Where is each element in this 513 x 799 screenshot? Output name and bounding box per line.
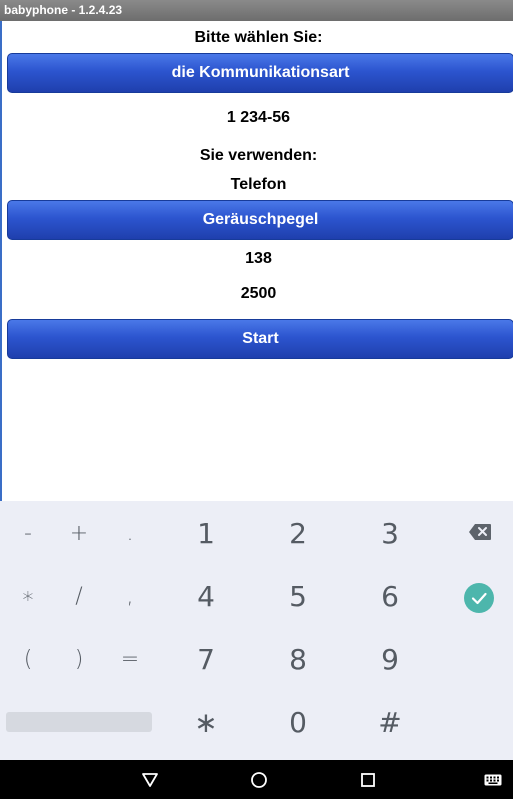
key-0[interactable]: 0 (253, 706, 343, 739)
noise-level-value[interactable]: 138 (2, 250, 513, 268)
back-button[interactable] (135, 760, 165, 799)
key-plus[interactable]: + (54, 521, 104, 546)
key-comma[interactable]: , (105, 584, 155, 609)
recents-square-icon (361, 772, 375, 787)
prompt-label: Bitte wählen Sie: (194, 29, 323, 46)
app-content: Bitte wählen Sie: die Kommunikationsart … (0, 21, 513, 501)
window-titlebar: babyphone - 1.2.4.23 (0, 0, 513, 21)
numeric-keyboard: - + . 1 2 3 ∗ / , 4 5 6 ( ) = 7 8 9 ∗ 0 … (0, 501, 513, 760)
key-4[interactable]: 4 (161, 580, 251, 613)
recents-button[interactable] (353, 760, 383, 799)
key-8[interactable]: 8 (253, 643, 343, 676)
key-6[interactable]: 6 (345, 580, 435, 613)
key-close-paren[interactable]: ) (54, 647, 104, 672)
home-circle-icon (251, 771, 267, 788)
key-period[interactable]: . (105, 521, 155, 546)
done-key[interactable] (462, 582, 496, 616)
keyboard-icon (484, 774, 502, 785)
noise-level-button[interactable]: Geräuschpegel (7, 200, 513, 240)
communication-type-button[interactable]: die Kommunikationsart (7, 53, 513, 93)
threshold-value[interactable]: 2500 (2, 285, 513, 303)
home-button[interactable] (244, 760, 274, 799)
key-open-paren[interactable]: ( (3, 647, 53, 672)
key-9[interactable]: 9 (345, 643, 435, 676)
using-value: Telefon (230, 176, 287, 193)
space-key[interactable] (6, 712, 152, 732)
using-label: Sie verwenden: (199, 147, 318, 164)
key-asterisk[interactable]: ∗ (3, 584, 53, 609)
window-title: babyphone - 1.2.4.23 (4, 3, 123, 17)
key-3[interactable]: 3 (345, 517, 435, 550)
backspace-icon (469, 524, 491, 540)
phone-number-value: 1 234-56 (226, 109, 291, 126)
keyboard-switch-button[interactable] (478, 760, 508, 799)
key-hash[interactable]: # (345, 706, 435, 739)
key-slash[interactable]: / (54, 584, 104, 609)
back-triangle-icon (142, 772, 158, 787)
done-check-icon (464, 583, 494, 613)
system-navigation-bar (0, 760, 513, 799)
key-2[interactable]: 2 (253, 517, 343, 550)
backspace-key[interactable] (455, 523, 505, 547)
key-equals[interactable]: = (105, 647, 155, 672)
key-star[interactable]: ∗ (161, 706, 251, 739)
key-7[interactable]: 7 (161, 643, 251, 676)
key-1[interactable]: 1 (161, 517, 251, 550)
start-button[interactable]: Start (7, 319, 513, 359)
key-minus[interactable]: - (3, 521, 53, 546)
key-5[interactable]: 5 (253, 580, 343, 613)
